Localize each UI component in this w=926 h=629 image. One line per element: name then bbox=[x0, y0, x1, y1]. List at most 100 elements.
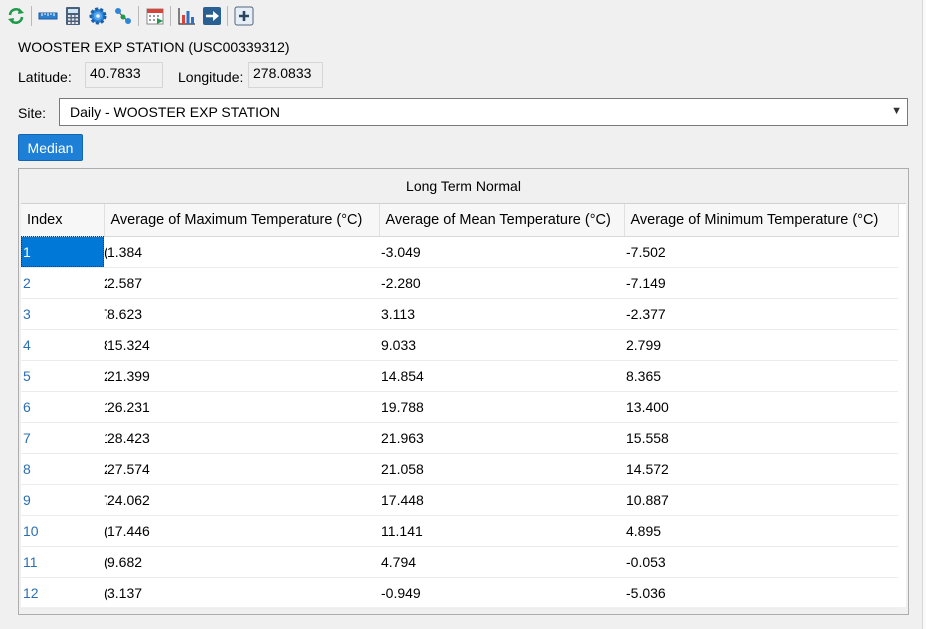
min-temp-cell[interactable]: -0.053 bbox=[624, 546, 898, 578]
median-button[interactable]: Median bbox=[18, 134, 83, 161]
table-row[interactable]: 4815.3249.0332.799 bbox=[21, 329, 898, 361]
max-temp-cell[interactable]: 128.423 bbox=[104, 422, 379, 454]
max-temp-value: 21.399 bbox=[107, 367, 150, 384]
site-label: Site: bbox=[18, 105, 47, 121]
min-temp-cell[interactable]: -2.377 bbox=[624, 298, 898, 330]
min-temp-cell[interactable]: 15.558 bbox=[624, 422, 898, 454]
settings-button[interactable] bbox=[86, 5, 109, 28]
toolbar-separator bbox=[138, 6, 139, 26]
site-select[interactable]: Daily - WOOSTER EXP STATION ▼ bbox=[59, 98, 908, 126]
max-temp-cell[interactable]: 22.587 bbox=[104, 267, 379, 299]
table-row[interactable]: 378.6233.113-2.377 bbox=[21, 298, 898, 330]
table-row[interactable]: 12(3.137-0.949-5.036 bbox=[21, 577, 898, 609]
max-temp-cell[interactable]: 221.399 bbox=[104, 360, 379, 392]
row-index-cell[interactable]: 2 bbox=[21, 267, 104, 299]
max-temp-cell[interactable]: 227.574 bbox=[104, 453, 379, 485]
min-temp-cell[interactable]: 2.799 bbox=[624, 329, 898, 361]
column-header-min-temp[interactable]: Average of Minimum Temperature (°C) bbox=[624, 204, 899, 237]
mean-temp-cell[interactable]: -0.949 bbox=[379, 577, 624, 609]
table-row[interactable]: 5221.39914.8548.365 bbox=[21, 360, 898, 392]
row-index-cell[interactable]: 12 bbox=[21, 577, 104, 609]
add-button[interactable] bbox=[232, 5, 255, 28]
mean-temp-cell[interactable]: 4.794 bbox=[379, 546, 624, 578]
chart-button[interactable] bbox=[175, 5, 198, 28]
row-index-cell[interactable]: 11 bbox=[21, 546, 104, 578]
max-temp-cell[interactable]: (1.384 bbox=[104, 236, 379, 268]
calculator-button[interactable] bbox=[61, 5, 84, 28]
table-row[interactable]: 11(9.6824.794-0.053 bbox=[21, 546, 898, 578]
row-index-cell[interactable]: 3 bbox=[21, 298, 104, 330]
longitude-field[interactable]: 278.0833 bbox=[248, 62, 323, 88]
table-row[interactable]: 9724.06217.44810.887 bbox=[21, 484, 898, 516]
min-temp-cell[interactable]: -7.149 bbox=[624, 267, 898, 299]
table-row[interactable]: 222.587-2.280-7.149 bbox=[21, 267, 898, 299]
ruler-icon bbox=[38, 12, 57, 20]
mean-temp-cell[interactable]: 19.788 bbox=[379, 391, 624, 423]
gear-icon bbox=[89, 7, 106, 25]
toolbar bbox=[4, 3, 257, 29]
column-header-max-temp[interactable]: Average of Maximum Temperature (°C) bbox=[104, 204, 380, 237]
mean-temp-cell[interactable]: 11.141 bbox=[379, 515, 624, 547]
min-temp-cell[interactable]: 8.365 bbox=[624, 360, 898, 392]
refresh-button[interactable] bbox=[4, 5, 27, 28]
calculator-icon bbox=[65, 7, 80, 25]
add-icon bbox=[234, 6, 253, 26]
table-title: Long Term Normal bbox=[406, 178, 521, 194]
row-index-cell[interactable]: 1 bbox=[21, 236, 104, 268]
max-temp-value: 15.324 bbox=[107, 336, 150, 353]
row-index-cell[interactable]: 8 bbox=[21, 453, 104, 485]
dropdown-arrow-icon: ▼ bbox=[891, 105, 902, 117]
bar-chart-icon bbox=[177, 8, 195, 25]
table-row[interactable]: 10(17.44611.1414.895 bbox=[21, 515, 898, 547]
mean-temp-cell[interactable]: 21.058 bbox=[379, 453, 624, 485]
toolbar-separator bbox=[170, 6, 171, 26]
connect-button[interactable] bbox=[111, 5, 134, 28]
table-row[interactable]: 6126.23119.78813.400 bbox=[21, 391, 898, 423]
mean-temp-cell[interactable]: 14.854 bbox=[379, 360, 624, 392]
site-selected-value: Daily - WOOSTER EXP STATION bbox=[70, 104, 281, 120]
mean-temp-cell[interactable]: 9.033 bbox=[379, 329, 624, 361]
row-index-cell[interactable]: 5 bbox=[21, 360, 104, 392]
max-temp-value: 8.623 bbox=[107, 305, 143, 322]
refresh-icon bbox=[7, 8, 24, 24]
column-header-mean-temp[interactable]: Average of Mean Temperature (°C) bbox=[379, 204, 625, 237]
max-temp-cell[interactable]: 724.062 bbox=[104, 484, 379, 516]
max-temp-cell[interactable]: 126.231 bbox=[104, 391, 379, 423]
max-temp-cell[interactable]: (9.682 bbox=[104, 546, 379, 578]
ruler-button[interactable] bbox=[36, 5, 59, 28]
table-row[interactable]: 1(1.384-3.049-7.502 bbox=[21, 236, 898, 268]
min-temp-cell[interactable]: -7.502 bbox=[624, 236, 898, 268]
max-temp-cell[interactable]: 815.324 bbox=[104, 329, 379, 361]
column-header-index[interactable]: Index bbox=[21, 204, 105, 237]
latitude-field[interactable]: 40.7833 bbox=[85, 62, 163, 88]
mean-temp-cell[interactable]: 3.113 bbox=[379, 298, 624, 330]
longitude-label: Longitude: bbox=[178, 69, 244, 85]
table-row[interactable]: 8227.57421.05814.572 bbox=[21, 453, 898, 485]
table-row[interactable]: 7128.42321.96315.558 bbox=[21, 422, 898, 454]
min-temp-cell[interactable]: 14.572 bbox=[624, 453, 898, 485]
max-temp-cell[interactable]: (17.446 bbox=[104, 515, 379, 547]
max-temp-value: 2.587 bbox=[107, 274, 143, 291]
max-temp-value: 26.231 bbox=[107, 398, 150, 415]
min-temp-cell[interactable]: 4.895 bbox=[624, 515, 898, 547]
row-index-cell[interactable]: 6 bbox=[21, 391, 104, 423]
export-button[interactable] bbox=[200, 5, 223, 28]
mean-temp-cell[interactable]: -2.280 bbox=[379, 267, 624, 299]
calendar-button[interactable] bbox=[143, 5, 166, 28]
mean-temp-cell[interactable]: 17.448 bbox=[379, 484, 624, 516]
max-temp-cell[interactable]: 78.623 bbox=[104, 298, 379, 330]
normals-table[interactable]: Index Average of Maximum Temperature (°C… bbox=[21, 203, 906, 609]
row-index-cell[interactable]: 9 bbox=[21, 484, 104, 516]
mean-temp-cell[interactable]: -3.049 bbox=[379, 236, 624, 268]
window-right-edge bbox=[922, 0, 926, 629]
row-index-cell[interactable]: 4 bbox=[21, 329, 104, 361]
min-temp-cell[interactable]: 13.400 bbox=[624, 391, 898, 423]
row-index-cell[interactable]: 10 bbox=[21, 515, 104, 547]
min-temp-cell[interactable]: -5.036 bbox=[624, 577, 898, 609]
max-temp-value: 9.682 bbox=[107, 553, 143, 570]
max-temp-cell[interactable]: (3.137 bbox=[104, 577, 379, 609]
mean-temp-cell[interactable]: 21.963 bbox=[379, 422, 624, 454]
row-index-cell[interactable]: 7 bbox=[21, 422, 104, 454]
min-temp-cell[interactable]: 10.887 bbox=[624, 484, 898, 516]
max-temp-value: 24.062 bbox=[107, 491, 150, 508]
